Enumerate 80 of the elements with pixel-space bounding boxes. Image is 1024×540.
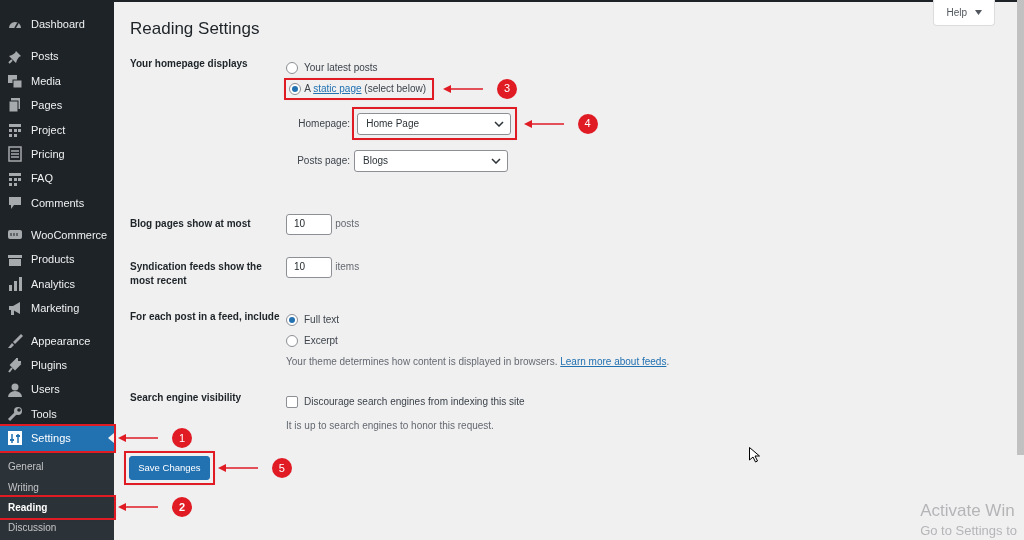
menu-item[interactable]: Comments	[0, 190, 114, 216]
menu-item[interactable]: Dashboard	[0, 12, 114, 37]
comment-icon	[7, 194, 23, 211]
scrollbar[interactable]	[1017, 0, 1024, 455]
checkbox-label: Discourage search engines from indexing this site	[304, 394, 525, 409]
callout-arrow	[523, 118, 564, 129]
table-icon	[7, 121, 23, 138]
step-number: 5	[271, 458, 292, 478]
menu-item[interactable]: Pricing	[0, 141, 114, 167]
menu-item[interactable]: Products	[0, 247, 114, 272]
radio-button[interactable]	[286, 61, 298, 74]
radio-button[interactable]	[286, 314, 298, 327]
os-notice-title: Activate Win	[920, 501, 1016, 521]
radio-label: A static page (select below)	[304, 81, 426, 96]
page-title: Reading Settings	[130, 19, 261, 40]
menu-item[interactable]: Analytics	[0, 271, 114, 297]
radio-button[interactable]	[289, 82, 301, 95]
plug-icon	[7, 357, 23, 374]
submenu-item[interactable]: Writing	[0, 476, 114, 498]
number-field[interactable]: 10	[286, 256, 332, 278]
user-icon	[7, 381, 23, 398]
step-number: 1	[172, 428, 192, 449]
caret-icon	[108, 433, 114, 444]
menu-item[interactable]: FAQ	[0, 166, 114, 191]
brush-icon	[7, 332, 23, 349]
chevron-icon	[491, 157, 501, 164]
field-label: Posts page:	[296, 153, 350, 168]
link[interactable]: static page	[313, 82, 362, 94]
field-label: For each post in a feed, include	[130, 310, 280, 322]
field-label: Your homepage displays	[130, 58, 248, 70]
menu-item[interactable]: Posts	[0, 44, 114, 69]
menu-item[interactable]: Project	[0, 117, 114, 142]
step-number: 2	[172, 497, 192, 518]
os-notice-text: Go to Settings to	[920, 521, 1017, 540]
dropdown[interactable]: Home Page	[357, 112, 512, 135]
submenu-item[interactable]: General	[0, 456, 114, 477]
field-label: Search engine visibility	[130, 392, 242, 404]
checkbox[interactable]	[286, 395, 298, 408]
field-label: Blog pages show at most	[130, 217, 251, 229]
bar-chart-icon	[7, 276, 23, 293]
field-label: Homepage:	[297, 116, 350, 131]
pin-icon	[7, 48, 23, 65]
menu-item[interactable]: Marketing	[0, 296, 114, 321]
menu-item[interactable]: Plugins	[0, 353, 114, 378]
step-number: 3	[497, 78, 517, 99]
help-button[interactable]: Help	[933, 0, 995, 26]
menu-item[interactable]: WooCommerce	[0, 223, 114, 248]
step-number: 4	[577, 113, 598, 134]
dropdown[interactable]: Blogs	[354, 149, 508, 172]
callout-arrow	[118, 433, 158, 444]
field-label: Syndication feeds show the most recent	[130, 260, 262, 286]
callout-arrow	[443, 83, 483, 94]
media-icon	[7, 72, 23, 89]
description: It is up to search engines to honor this request.	[286, 418, 495, 433]
menu-item[interactable]: Tools	[0, 401, 114, 427]
submenu-item[interactable]: Discussion	[0, 517, 114, 538]
save-button[interactable]: Save Changes	[129, 455, 210, 481]
caret-icon	[975, 10, 982, 15]
unit-label: posts	[335, 217, 360, 232]
sliders-icon	[7, 430, 23, 447]
menu-item[interactable]: Appearance	[0, 328, 114, 354]
radio-label: Your latest posts	[304, 60, 378, 75]
radio-label: Excerpt	[304, 334, 338, 349]
number-field[interactable]: 10	[286, 213, 332, 235]
pages-icon	[7, 97, 23, 114]
callout-arrow	[118, 502, 158, 513]
radio-label: Full text	[304, 313, 339, 328]
cursor-icon	[749, 447, 760, 463]
menu-item[interactable]: Users	[0, 377, 114, 402]
description: Your theme determines how content is displayed in browsers. Learn more about feeds.	[286, 355, 670, 370]
wrench-icon	[7, 406, 23, 423]
menu-item[interactable]: Media	[0, 68, 114, 94]
megaphone-icon	[7, 300, 23, 317]
menu-item[interactable]: Pages	[0, 93, 114, 118]
table-icon	[7, 170, 23, 187]
chevron-icon	[494, 120, 505, 127]
callout-arrow	[217, 463, 258, 473]
unit-label: items	[335, 260, 360, 275]
list-icon	[7, 146, 23, 163]
radio-button[interactable]	[286, 335, 298, 348]
